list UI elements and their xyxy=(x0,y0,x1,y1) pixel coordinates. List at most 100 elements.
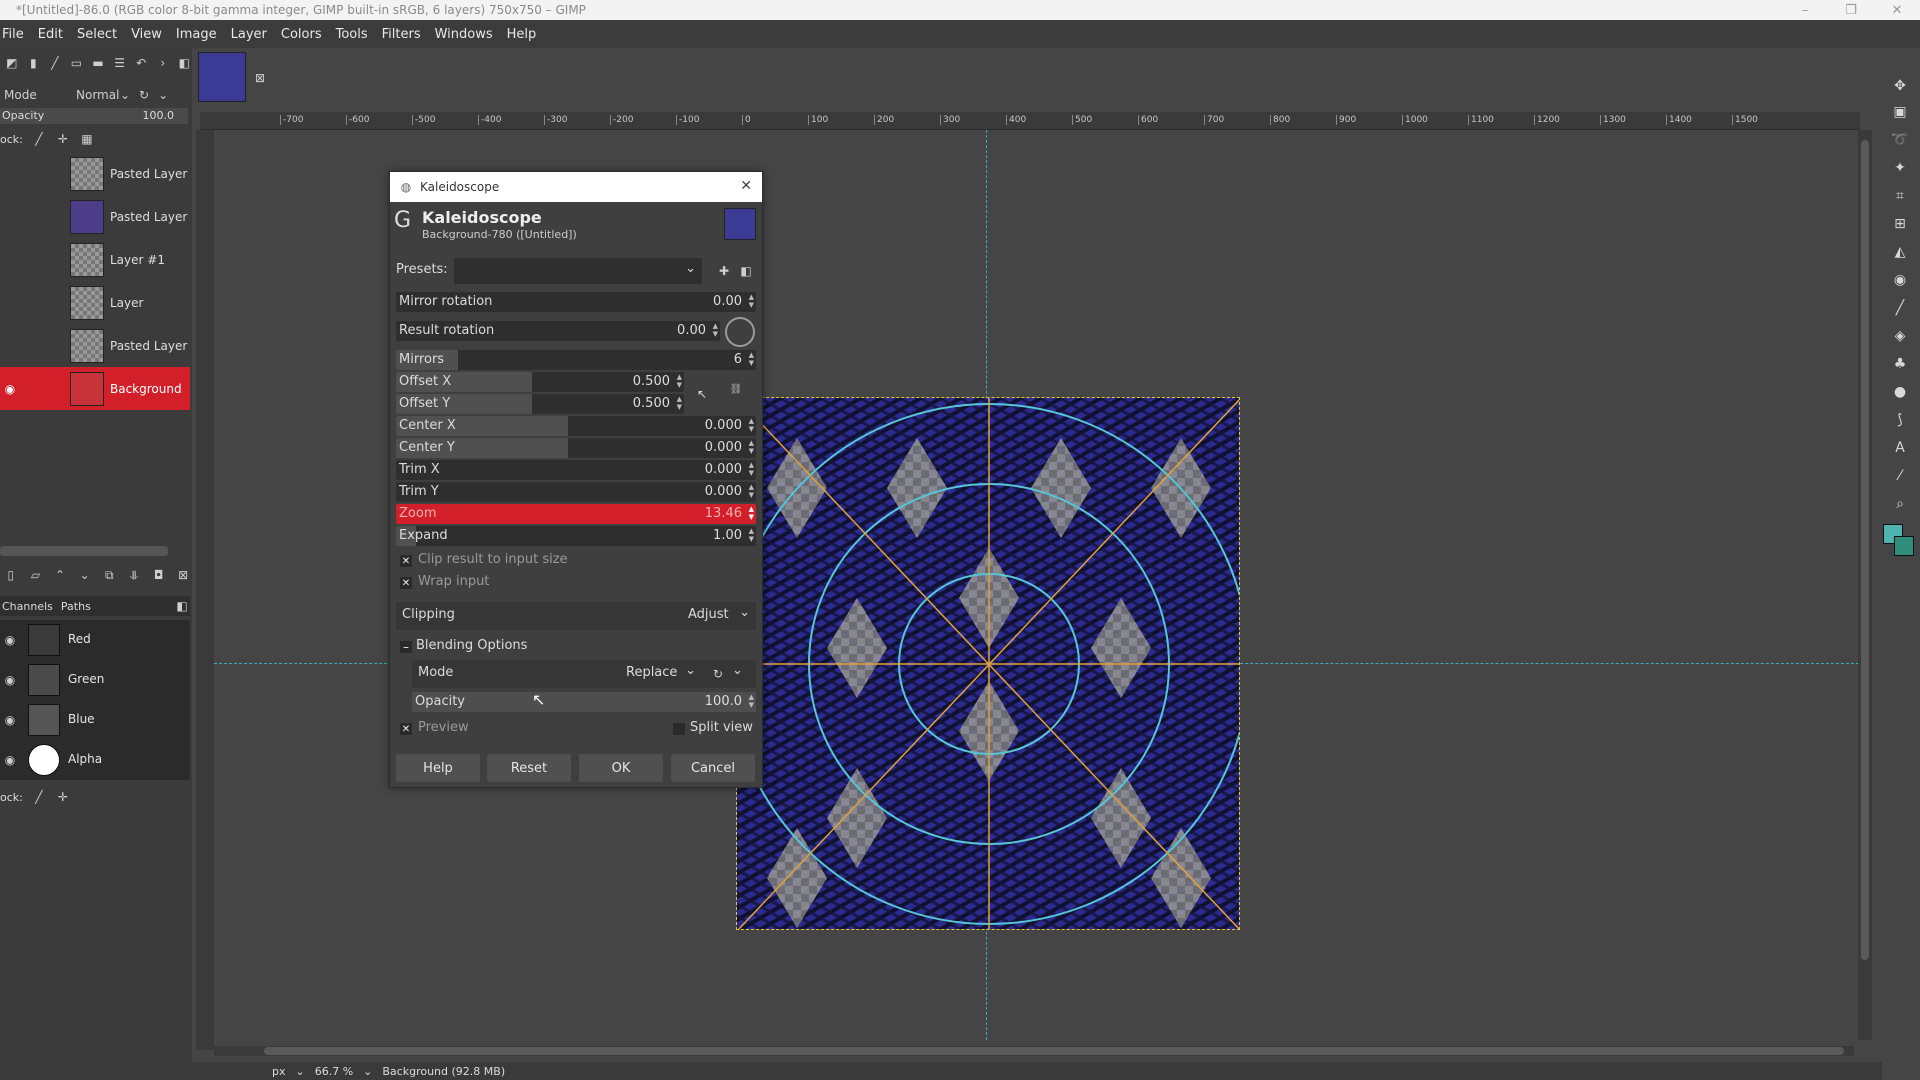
move-tool-icon[interactable]: ✥ xyxy=(1890,76,1910,96)
canvas-vscrollbar[interactable] xyxy=(1858,130,1872,1040)
paintbrush-tool-icon[interactable]: ╱ xyxy=(1890,298,1910,318)
undo-icon[interactable]: ↶ xyxy=(133,55,149,71)
layers-icon[interactable]: ☰ xyxy=(112,55,128,71)
tab-paths[interactable]: Paths xyxy=(61,600,91,613)
warp-tool-icon[interactable]: ◭ xyxy=(1890,242,1910,262)
new-layer-icon[interactable]: ▯ xyxy=(4,567,18,583)
presets-combo[interactable]: ⌄ xyxy=(454,258,702,284)
tab-channels[interactable]: Channels xyxy=(2,600,53,613)
wrap-input-checkbox[interactable]: ✕ xyxy=(400,577,412,589)
mirror-rotation-field[interactable]: Mirror rotation 0.00 ▲ ▼ xyxy=(396,292,756,312)
smudge-tool-icon[interactable]: ● xyxy=(1890,382,1910,402)
chain-link-icon[interactable]: ⛓ xyxy=(728,382,744,398)
layer-row[interactable]: Pasted Layer xyxy=(0,324,190,367)
spin-arrows-icon[interactable]: ▲ ▼ xyxy=(749,351,754,367)
menu-colors[interactable]: Colors xyxy=(281,27,322,42)
minimize-icon[interactable]: – xyxy=(1782,0,1828,20)
eye-icon[interactable]: ◉ xyxy=(2,752,18,768)
fuzzy-select-tool-icon[interactable]: ✦ xyxy=(1890,158,1910,178)
zoom-field[interactable]: Zoom 13.46 ▲ ▼ xyxy=(396,504,756,524)
brush-icon[interactable]: ▮ xyxy=(26,55,42,71)
maximize-icon[interactable]: ❐ xyxy=(1828,0,1874,20)
menu-image[interactable]: Image xyxy=(176,27,217,42)
free-select-icon[interactable]: ◩ xyxy=(4,55,20,71)
delete-layer-icon[interactable]: ⊠ xyxy=(176,567,190,583)
blending-options-label[interactable]: Blending Options xyxy=(416,638,527,653)
lock-position-icon[interactable]: ✛ xyxy=(55,131,71,147)
scroll-thumb[interactable] xyxy=(1861,140,1869,960)
eraser-icon[interactable]: ▬ xyxy=(90,55,106,71)
help-button[interactable]: Help xyxy=(396,754,480,782)
forward-icon[interactable]: › xyxy=(155,55,171,71)
transform-tool-icon[interactable]: ⊞ xyxy=(1890,214,1910,234)
expand-field[interactable]: Expand 1.00 ▲ ▼ xyxy=(396,526,756,546)
lock-alpha-icon[interactable]: ▦ xyxy=(79,131,95,147)
reset-button[interactable]: Reset xyxy=(487,754,571,782)
menu-tools[interactable]: Tools xyxy=(336,27,368,42)
zoom-select[interactable]: 66.7 % xyxy=(315,1065,353,1078)
crop-tool-icon[interactable]: ⌗ xyxy=(1890,186,1910,206)
zoom-tool-icon[interactable]: ⌕ xyxy=(1890,494,1910,514)
channel-row[interactable]: ◉ Red xyxy=(0,620,190,660)
bucket-fill-tool-icon[interactable]: ◉ xyxy=(1890,270,1910,290)
menu-view[interactable]: View xyxy=(131,27,162,42)
text-tool-icon[interactable]: A xyxy=(1890,438,1910,458)
spin-arrows-icon[interactable]: ▲ ▼ xyxy=(713,322,718,338)
raise-icon[interactable]: ⌃ xyxy=(53,567,67,583)
spin-arrows-icon[interactable]: ▲ ▼ xyxy=(677,395,682,411)
opacity-slider[interactable]: Opacity 100.0 xyxy=(0,108,188,124)
close-image-tab-icon[interactable]: ⊠ xyxy=(252,70,268,86)
menu-edit[interactable]: Edit xyxy=(38,27,63,42)
lasso-tool-icon[interactable]: ➰ xyxy=(1890,130,1910,150)
tab-menu-icon[interactable]: ◧ xyxy=(174,598,190,614)
close-window-icon[interactable]: ✕ xyxy=(1874,0,1920,20)
new-group-icon[interactable]: ▱ xyxy=(29,567,43,583)
menu-file[interactable]: File xyxy=(2,27,24,42)
cancel-button[interactable]: Cancel xyxy=(671,754,755,782)
menu-windows[interactable]: Windows xyxy=(435,27,493,42)
vertical-ruler[interactable] xyxy=(196,130,214,1050)
blend-opacity-field[interactable]: Opacity 100.0 ▲ ▼ xyxy=(412,692,756,712)
spin-arrows-icon[interactable]: ▲ ▼ xyxy=(749,293,754,309)
layer-row[interactable]: Layer #1 xyxy=(0,238,190,281)
preset-menu-icon[interactable]: ◧ xyxy=(738,263,754,279)
channel-row[interactable]: ◉ Blue xyxy=(0,700,190,740)
offset-y-field[interactable]: Offset Y 0.500 ▲ ▼ xyxy=(396,394,684,414)
canvas-hscrollbar[interactable] xyxy=(214,1046,1854,1056)
mode-select[interactable]: Normal xyxy=(76,88,119,102)
channel-row[interactable]: ◉ Green xyxy=(0,660,190,700)
add-preset-icon[interactable]: ✚ xyxy=(716,263,732,279)
background-color-swatch[interactable] xyxy=(1894,536,1914,556)
canvas-image[interactable] xyxy=(736,397,1240,930)
eye-icon[interactable]: ◉ xyxy=(2,381,18,397)
composite-mode-icon[interactable]: ↻ xyxy=(710,666,726,682)
spin-arrows-icon[interactable]: ▲ ▼ xyxy=(749,417,754,433)
split-view-checkbox[interactable] xyxy=(673,723,685,735)
menu-help[interactable]: Help xyxy=(507,27,537,42)
spin-arrows-icon[interactable]: ▲ ▼ xyxy=(749,439,754,455)
horizontal-ruler[interactable]: -700 -600 -500 -400 -300 -200 -100 0 100 200 300 40… xyxy=(200,112,1860,130)
chevron-down-icon[interactable]: ⌄ xyxy=(296,1065,305,1078)
rect-icon[interactable]: ▭ xyxy=(69,55,85,71)
spin-arrows-icon[interactable]: ▲ ▼ xyxy=(749,693,754,709)
layer-row[interactable]: Pasted Layer xyxy=(0,152,190,195)
lock-position-icon[interactable]: ✛ xyxy=(55,789,71,805)
reset-mode-icon[interactable]: ↻ xyxy=(136,87,152,103)
center-y-field[interactable]: Center Y 0.000 ▲ ▼ xyxy=(396,438,756,458)
ok-button[interactable]: OK xyxy=(579,754,663,782)
preview-checkbox[interactable]: ✕ xyxy=(400,723,412,735)
spin-arrows-icon[interactable]: ▲ ▼ xyxy=(677,373,682,389)
chevron-down-icon[interactable]: ⌄ xyxy=(732,663,743,678)
chevron-down-icon[interactable]: ⌄ xyxy=(158,88,168,102)
menu-filters[interactable]: Filters xyxy=(382,27,421,42)
menu-layer[interactable]: Layer xyxy=(231,27,267,42)
blend-mode-combo[interactable]: Replace ⌄ xyxy=(620,662,698,686)
layer-row[interactable]: Layer xyxy=(0,281,190,324)
offset-x-field[interactable]: Offset X 0.500 ▲ ▼ xyxy=(396,372,684,392)
lock-pixels-icon[interactable]: ╱ xyxy=(31,131,47,147)
layer-row-selected[interactable]: ◉ Background xyxy=(0,367,190,410)
unit-select[interactable]: px xyxy=(272,1065,286,1078)
chevron-down-icon[interactable]: ⌄ xyxy=(363,1065,372,1078)
clip-result-checkbox[interactable]: ✕ xyxy=(400,555,412,567)
close-icon[interactable]: ✕ xyxy=(740,178,752,194)
